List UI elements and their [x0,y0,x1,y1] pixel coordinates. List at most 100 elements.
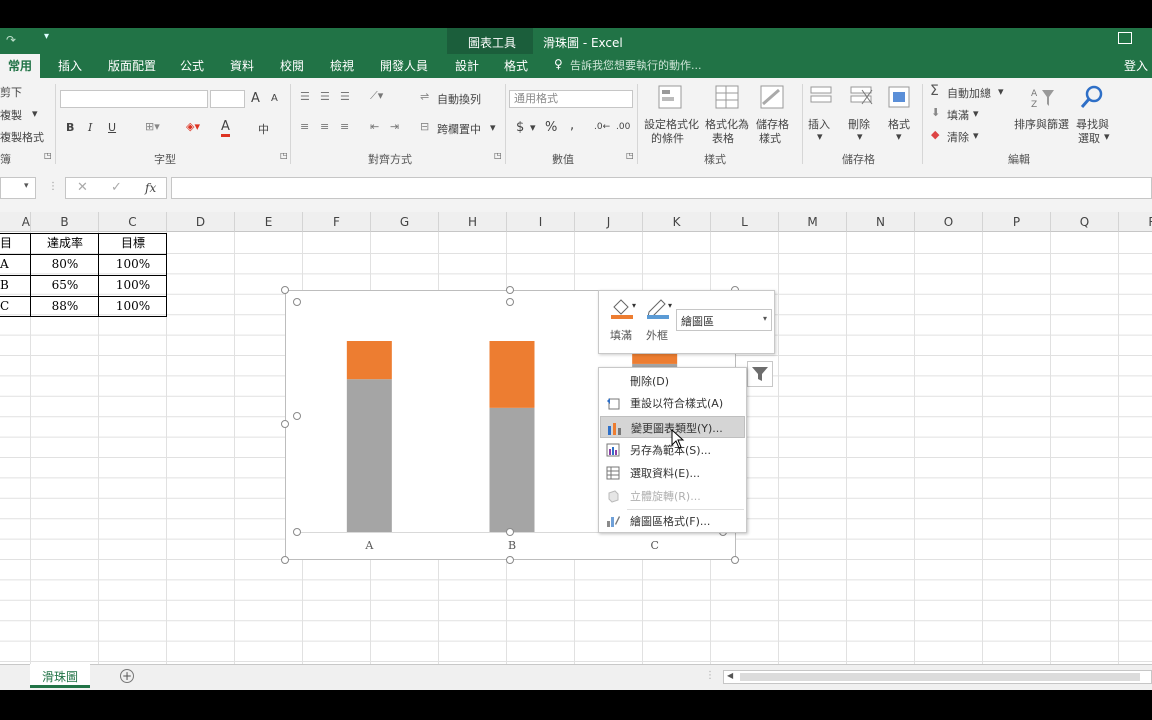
font-color-button[interactable]: A [221,120,230,137]
increase-decimal-icon[interactable]: .0← [594,122,610,132]
bar-series-1-a[interactable] [346,341,392,380]
copy-button[interactable]: 複製 [0,107,22,123]
tab-insert[interactable]: 插入 [58,54,82,78]
menu-item-delete[interactable]: 刪除(D) [600,370,745,392]
font-name-combo[interactable] [60,90,208,108]
decrease-decimal-icon[interactable]: .00 [616,122,630,132]
align-left-icon[interactable]: ≡ [300,120,309,133]
font-size-combo[interactable] [210,90,245,108]
column-header-n[interactable]: N [847,212,915,232]
find-dropdown-icon[interactable]: ▾ [1104,130,1110,143]
shrink-font-button[interactable]: A [271,93,278,104]
menu-item-reset-style[interactable]: 重設以符合樣式(A) [600,392,745,414]
fill-dropdown-icon[interactable]: ▾ [973,107,979,120]
format-painter-button[interactable]: 複製格式 [0,129,44,145]
column-header-d[interactable]: D [167,212,235,232]
tab-home[interactable]: 常用 [0,54,41,78]
resize-handle[interactable] [506,286,514,294]
menu-item-3d-rotation[interactable]: 立體旋轉(R)... [600,485,745,507]
insert-function-button[interactable]: fx [145,181,156,195]
bar-series-0-b[interactable] [489,407,535,532]
tab-developer[interactable]: 開發人員 [380,54,428,78]
cut-button[interactable]: 剪下 [0,84,22,100]
dialog-launcher-icon[interactable]: ◳ [494,151,502,160]
qat-dropdown-icon[interactable]: ▾ [44,31,49,42]
ribbon-display-icon[interactable] [1118,32,1132,44]
format-dropdown-icon[interactable]: ▾ [896,130,902,143]
tab-view[interactable]: 檢視 [330,54,354,78]
currency-button[interactable]: $ [516,120,524,135]
redo-icon[interactable]: ↷ [6,33,16,47]
clear-button[interactable]: 清除 [947,129,969,145]
column-header-f[interactable]: F [303,212,371,232]
underline-button[interactable]: U [108,121,116,134]
column-header-k[interactable]: K [643,212,711,232]
align-middle-icon[interactable]: ☰ [320,90,330,103]
tab-design[interactable]: 設計 [455,54,479,78]
align-top-icon[interactable]: ☰ [300,90,310,103]
tab-data[interactable]: 資料 [230,54,254,78]
horizontal-scrollbar[interactable]: ◀ [723,670,1152,684]
insert-dropdown-icon[interactable]: ▾ [817,130,823,143]
bar-series-0-a[interactable] [346,379,392,532]
chart-element-select[interactable]: 繪圖區 ▾ [676,309,772,331]
bold-button[interactable]: B [66,121,74,134]
grow-font-button[interactable]: A [251,91,260,106]
fill-dropdown-icon[interactable]: ▾ [632,301,636,310]
cancel-icon[interactable]: ✕ [77,180,88,195]
chart-filters-button[interactable] [747,361,773,387]
delete-dropdown-icon[interactable]: ▾ [857,130,863,143]
number-format-combo[interactable]: 通用格式 [509,90,633,108]
phonetic-button[interactable]: 中 [258,121,269,137]
decrease-indent-icon[interactable]: ⇤ [370,120,379,133]
dialog-launcher-icon[interactable]: ◳ [626,151,634,160]
column-header-j[interactable]: J [575,212,643,232]
plot-area-handle[interactable] [293,412,301,420]
clear-dropdown-icon[interactable]: ▾ [973,129,979,142]
comma-button[interactable]: , [570,118,574,133]
column-header-r[interactable]: R [1119,212,1152,232]
plot-area-handle[interactable] [293,298,301,306]
tab-review[interactable]: 校閱 [280,54,304,78]
merge-center-button[interactable]: 跨欄置中 [437,121,481,137]
outline-dropdown-icon[interactable]: ▾ [668,301,672,310]
increase-indent-icon[interactable]: ⇥ [390,120,399,133]
name-box[interactable] [0,177,36,199]
tab-formulas[interactable]: 公式 [180,54,204,78]
merge-dropdown-icon[interactable]: ▾ [490,121,496,134]
resize-handle[interactable] [281,420,289,428]
column-header-q[interactable]: Q [1051,212,1119,232]
dialog-launcher-icon[interactable]: ◳ [280,151,288,160]
signin-link[interactable]: 登入 [1124,54,1148,78]
plot-area-handle[interactable] [506,298,514,306]
menu-item-format-plot-area[interactable]: 繪圖區格式(F)... [600,510,745,532]
orientation-icon[interactable]: ⟋▾ [370,89,383,103]
fill-button[interactable]: 填滿 [947,107,969,123]
resize-handle[interactable] [731,556,739,564]
scroll-thumb[interactable] [740,673,1140,681]
formula-input[interactable] [171,177,1152,199]
scroll-left-icon[interactable]: ◀ [727,671,733,680]
autosum-button[interactable]: 自動加總 [947,85,991,101]
name-box-dropdown-icon[interactable]: ▾ [24,181,29,191]
column-header-h[interactable]: H [439,212,507,232]
autosum-dropdown-icon[interactable]: ▾ [998,85,1004,98]
resize-handle[interactable] [281,556,289,564]
column-header-i[interactable]: I [507,212,575,232]
column-header-m[interactable]: M [779,212,847,232]
currency-dropdown-icon[interactable]: ▾ [530,121,536,134]
tab-scroll-grip-icon[interactable]: ⋮ [705,670,715,681]
formula-bar-grip-icon[interactable]: ⋮ [48,181,58,192]
sheet-tab-active[interactable]: 滑珠圖 [30,664,90,688]
column-header-l[interactable]: L [711,212,779,232]
tab-page-layout[interactable]: 版面配置 [108,54,156,78]
column-header-g[interactable]: G [371,212,439,232]
column-header-e[interactable]: E [235,212,303,232]
align-bottom-icon[interactable]: ☰ [340,90,350,103]
borders-icon[interactable]: ⊞▾ [145,120,160,133]
fill-color-icon[interactable]: ◈▾ [186,120,200,133]
column-header-o[interactable]: O [915,212,983,232]
plot-area-handle[interactable] [293,528,301,536]
align-center-icon[interactable]: ≡ [320,120,329,133]
sort-filter-button[interactable]: 排序與篩選 [1014,116,1069,132]
